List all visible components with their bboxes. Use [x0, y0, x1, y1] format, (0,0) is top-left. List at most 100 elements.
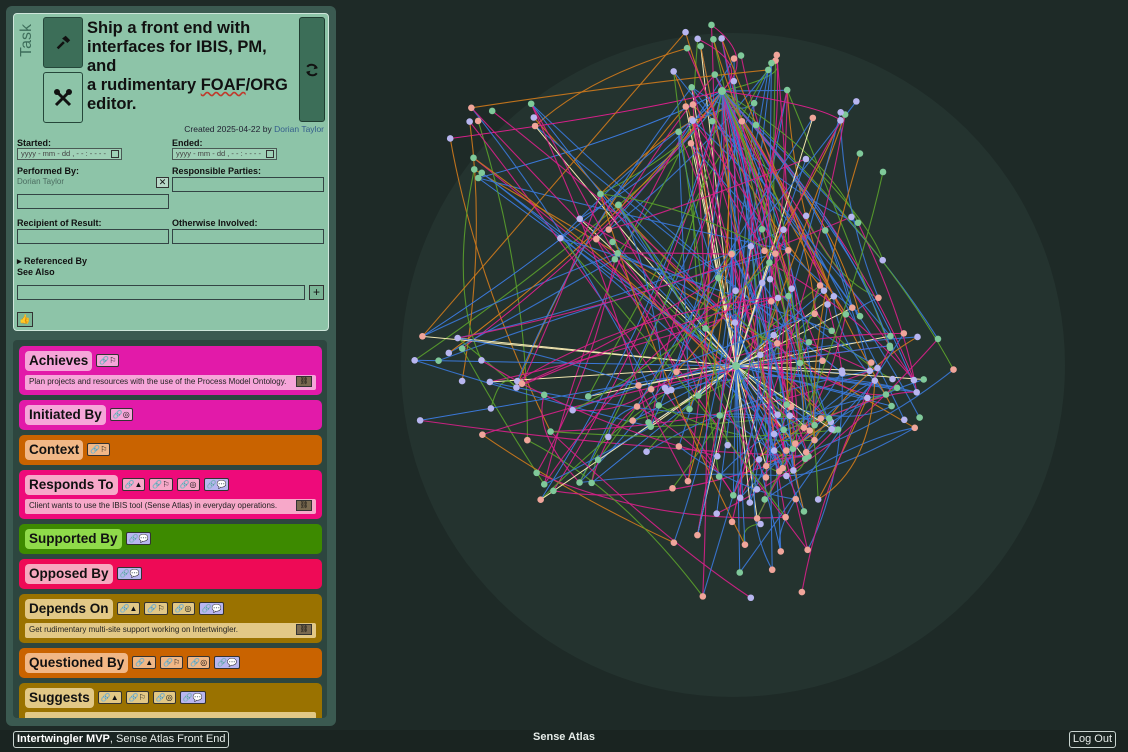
graph-node[interactable]: [486, 378, 494, 386]
graph-node[interactable]: [874, 364, 881, 372]
relation-label[interactable]: Supported By: [25, 528, 122, 549]
graph-node[interactable]: [576, 479, 583, 486]
graph-node[interactable]: [837, 117, 844, 124]
graph-canvas[interactable]: [340, 0, 1128, 730]
task-title[interactable]: Ship a front end with interfaces for IBI…: [87, 19, 292, 114]
graph-node[interactable]: [788, 285, 796, 292]
graph-node[interactable]: [647, 385, 655, 393]
graph-node[interactable]: [770, 447, 778, 454]
graph-node[interactable]: [802, 212, 810, 220]
graph-node[interactable]: [887, 332, 894, 340]
graph-node[interactable]: [782, 513, 789, 521]
graph-node[interactable]: [856, 150, 864, 157]
graph-node[interactable]: [774, 294, 782, 302]
graph-node[interactable]: [524, 436, 531, 444]
relation-label[interactable]: Depends On: [25, 598, 113, 619]
graph-node[interactable]: [875, 294, 882, 302]
graph-node[interactable]: [576, 215, 584, 223]
list-item[interactable]: Get rudimentary multi-site support worki…: [25, 623, 316, 638]
link-type-button[interactable]: 🔗▲: [97, 691, 122, 704]
graph-node[interactable]: [635, 382, 642, 389]
add-see-also-button[interactable]: +: [309, 285, 324, 300]
graph-node[interactable]: [416, 417, 424, 424]
graph-node[interactable]: [670, 68, 677, 75]
link-type-button[interactable]: 🔗💬: [203, 478, 230, 491]
graph-node[interactable]: [737, 52, 745, 59]
graph-node[interactable]: [478, 357, 485, 364]
graph-node[interactable]: [900, 330, 908, 337]
graph-node[interactable]: [805, 338, 813, 346]
unlink-icon[interactable]: ⛓: [296, 500, 312, 511]
link-type-button[interactable]: 🔗💬: [198, 602, 225, 615]
link-type-button[interactable]: 🔗⚐: [96, 354, 120, 367]
relation-label[interactable]: Achieves: [25, 350, 93, 371]
graph-node[interactable]: [777, 548, 785, 555]
tools-button[interactable]: [43, 72, 83, 123]
graph-node[interactable]: [569, 406, 576, 414]
graph-node[interactable]: [780, 426, 787, 434]
graph-node[interactable]: [889, 375, 896, 383]
graph-node[interactable]: [770, 331, 777, 339]
graph-node[interactable]: [768, 59, 775, 67]
graph-node[interactable]: [513, 384, 520, 391]
graph-node[interactable]: [950, 366, 957, 373]
graph-node[interactable]: [487, 405, 495, 412]
graph-node[interactable]: [530, 114, 538, 121]
graph-node[interactable]: [470, 154, 477, 162]
responsible-input[interactable]: [172, 177, 324, 192]
graph-node[interactable]: [854, 219, 862, 227]
graph-node[interactable]: [597, 190, 604, 198]
graph-node[interactable]: [708, 21, 715, 29]
graph-node[interactable]: [856, 312, 864, 320]
link-type-button[interactable]: 🔗◎: [176, 478, 200, 491]
performed-by-input[interactable]: [17, 194, 169, 209]
link-type-button[interactable]: 🔗▲: [116, 602, 141, 615]
graph-node[interactable]: [454, 334, 461, 342]
link-type-button[interactable]: 🔗⚐: [87, 443, 111, 456]
graph-node[interactable]: [796, 359, 804, 367]
graph-node[interactable]: [752, 121, 760, 129]
link-type-button[interactable]: 🔗⚐: [149, 478, 173, 491]
refresh-button[interactable]: [299, 17, 325, 122]
relation-label[interactable]: Context: [25, 439, 84, 460]
graph-node[interactable]: [753, 515, 761, 522]
graph-node[interactable]: [533, 469, 540, 477]
graph-node[interactable]: [730, 55, 738, 62]
graph-node[interactable]: [711, 71, 719, 78]
graph-node[interactable]: [741, 541, 749, 549]
graph-node[interactable]: [792, 495, 800, 503]
graph-node[interactable]: [419, 333, 426, 340]
list-item[interactable]: Client wants to use the IBIS tool (Sense…: [25, 499, 316, 514]
graph-node[interactable]: [792, 440, 799, 447]
graph-node[interactable]: [593, 235, 600, 243]
graph-node[interactable]: [804, 546, 811, 554]
graph-node[interactable]: [913, 388, 920, 396]
graph-node[interactable]: [842, 311, 850, 318]
graph-node[interactable]: [758, 225, 766, 233]
link-type-button[interactable]: 🔗◎: [152, 691, 176, 704]
graph-node[interactable]: [730, 491, 737, 499]
link-type-button[interactable]: 🔗◎: [187, 656, 211, 669]
graph-node[interactable]: [914, 333, 921, 341]
performer-name[interactable]: Dorian Taylor: [17, 177, 64, 186]
graph-node[interactable]: [747, 594, 755, 602]
graph-node[interactable]: [783, 401, 790, 408]
started-date-input[interactable]: yyyy - mm - dd , - - : - - - -: [17, 148, 122, 160]
graph-hub-node[interactable]: [718, 87, 726, 95]
unlink-icon[interactable]: ⛓: [296, 624, 312, 635]
graph-node[interactable]: [911, 424, 919, 432]
see-also-input[interactable]: [17, 285, 305, 300]
graph-node[interactable]: [736, 569, 744, 576]
graph-node[interactable]: [479, 431, 486, 438]
graph-node[interactable]: [518, 380, 526, 387]
graph-node[interactable]: [774, 411, 782, 418]
graph-node[interactable]: [783, 472, 790, 480]
graph-node[interactable]: [761, 496, 768, 503]
graph-node[interactable]: [668, 386, 675, 394]
graph-node[interactable]: [837, 108, 845, 116]
graph-node[interactable]: [643, 448, 650, 455]
graph-node[interactable]: [750, 99, 758, 107]
link-type-button[interactable]: 🔗⚐: [160, 656, 184, 669]
link-type-button[interactable]: 🔗◎: [171, 602, 195, 615]
graph-node[interactable]: [817, 415, 825, 422]
